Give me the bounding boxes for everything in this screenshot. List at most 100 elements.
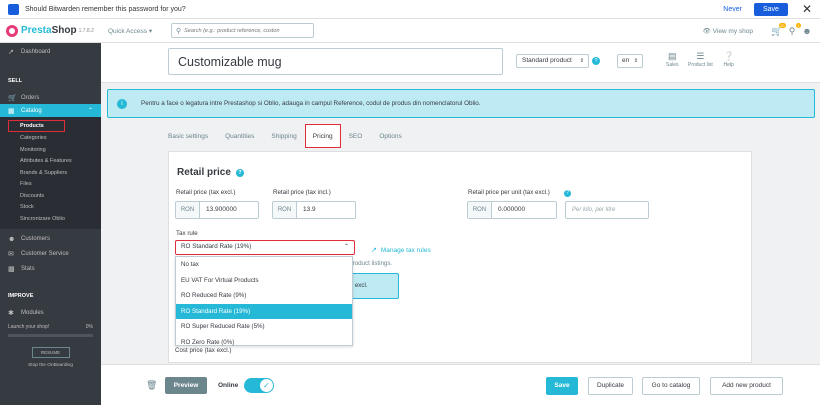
trash-icon[interactable]: 🗑 bbox=[146, 380, 157, 391]
product-type-help-icon[interactable]: ? bbox=[592, 57, 600, 65]
sidebar-item-stats[interactable]: ▩ Stats bbox=[0, 263, 101, 276]
duplicate-button[interactable]: Duplicate bbox=[588, 377, 633, 395]
sidebar-item-customer-service[interactable]: ✉ Customer Service bbox=[0, 248, 101, 261]
search-input[interactable] bbox=[184, 27, 305, 34]
currency-addon: RON bbox=[468, 202, 492, 218]
product-header: Standard product⇕ ? en⇕ ▤Sales ☰Product … bbox=[101, 43, 820, 83]
price-excl-field[interactable]: RON 13.900000 bbox=[175, 201, 259, 219]
bitwarden-never-button[interactable]: Never bbox=[723, 6, 742, 13]
currency-addon: RON bbox=[273, 202, 297, 218]
sidebar-item-dashboard[interactable]: ↗ Dashboard bbox=[0, 45, 101, 58]
product-list-button[interactable]: ☰ Product list bbox=[688, 51, 713, 68]
unit-price-help-icon[interactable]: ? bbox=[564, 190, 571, 197]
price-unit-value: 0.000000 bbox=[498, 206, 526, 213]
preview-button[interactable]: Preview bbox=[165, 377, 207, 394]
price-incl-value: 13.9 bbox=[303, 206, 316, 213]
price-excl-label: Retail price (tax excl.) bbox=[176, 189, 236, 196]
unity-input[interactable]: Per kilo, per litre bbox=[565, 201, 649, 219]
sidebar: ↗ Dashboard SELL 🛒 Orders ▦ Catalog ⌃ Produc… bbox=[0, 43, 101, 405]
list-icon: ☰ bbox=[696, 51, 705, 61]
sidebar-item-modules[interactable]: ✱ Modules bbox=[0, 307, 101, 320]
sidebar-item-catalog[interactable]: ▦ Catalog ⌃ bbox=[0, 104, 101, 117]
tax-rule-select[interactable]: RO Standard Rate (19%) ⌃ bbox=[175, 240, 355, 255]
online-toggle[interactable]: ✓ bbox=[244, 378, 274, 393]
puzzle-icon: ✱ bbox=[8, 310, 14, 317]
sidebar-subitem-categories[interactable]: Categories bbox=[0, 133, 101, 145]
tax-rule-dropdown: No tax EU VAT For Virtual Products RO Re… bbox=[175, 256, 353, 346]
tab-options[interactable]: Options bbox=[379, 125, 401, 147]
sidebar-item-orders[interactable]: 🛒 Orders bbox=[0, 91, 101, 104]
product-type-select[interactable]: Standard product ⇕ bbox=[516, 54, 589, 68]
logo-text-part1: Presta bbox=[21, 25, 52, 36]
sidebar-subitem-oblio[interactable]: Sincronizare Oblio bbox=[0, 213, 101, 225]
stop-onboarding-link[interactable]: Stop the OnBoarding bbox=[0, 363, 101, 368]
launch-progress: Launch your shop! 0% bbox=[0, 320, 101, 334]
language-select[interactable]: en ⇕ bbox=[617, 54, 643, 68]
sidebar-subitem-discounts[interactable]: Discounts bbox=[0, 190, 101, 202]
price-incl-field[interactable]: RON 13.9 bbox=[272, 201, 356, 219]
help-button[interactable]: ❔ Help bbox=[723, 51, 734, 68]
sales-button[interactable]: ▤ Sales bbox=[666, 51, 679, 68]
bitwarden-message: Should Bitwarden remember this password … bbox=[25, 5, 186, 13]
price-incl-label: Retail price (tax incl.) bbox=[273, 189, 331, 196]
sidebar-subitem-brands[interactable]: Brands & Suppliers bbox=[0, 167, 101, 179]
product-footer: 🗑 Preview Online ✓ Save Duplicate Go to … bbox=[101, 364, 820, 405]
catalog-submenu: Products Categories Monitoring Attribute… bbox=[0, 117, 101, 229]
sidebar-subitem-monitoring[interactable]: Monitoring bbox=[0, 144, 101, 156]
sidebar-subitem-files[interactable]: Files bbox=[0, 179, 101, 191]
manage-tax-rules-link[interactable]: ↗ Manage tax rules bbox=[371, 246, 431, 255]
bitwarden-close-icon[interactable]: ✕ bbox=[802, 3, 812, 15]
bitwarden-bar: Should Bitwarden remember this password … bbox=[0, 0, 820, 19]
tax-option-ro-zero[interactable]: RO Zero Rate (0%) bbox=[176, 335, 352, 351]
question-icon: ❔ bbox=[723, 51, 735, 61]
orders-badge: 10 bbox=[778, 23, 786, 28]
sidebar-item-customers[interactable]: ☻ Customers bbox=[0, 233, 101, 246]
prestashop-logo[interactable]: PrestaShop 1.7.8.2 bbox=[0, 24, 103, 37]
go-to-catalog-button[interactable]: Go to catalog bbox=[642, 377, 700, 395]
launch-text: Launch your shop! bbox=[8, 323, 50, 330]
chevron-up-icon: ⌃ bbox=[87, 108, 93, 114]
sidebar-subitem-attributes[interactable]: Attributes & Features bbox=[0, 156, 101, 168]
cart-icon[interactable]: 🛒 10 bbox=[771, 23, 786, 36]
updown-icon: ⇕ bbox=[633, 58, 638, 64]
launch-progress-bar bbox=[8, 333, 93, 337]
price-excl-value: 13.900000 bbox=[206, 206, 237, 213]
tax-option-no-tax[interactable]: No tax bbox=[176, 257, 352, 273]
search-icon: ⚲ bbox=[176, 27, 182, 35]
bitwarden-logo-icon bbox=[8, 3, 19, 15]
tab-seo[interactable]: SEO bbox=[349, 125, 363, 147]
price-unit-field[interactable]: RON 0.000000 bbox=[467, 201, 557, 219]
tab-pricing[interactable]: Pricing bbox=[304, 124, 341, 148]
tax-option-ro-standard[interactable]: RO Standard Rate (19%) bbox=[176, 303, 352, 319]
bitwarden-save-button[interactable]: Save bbox=[753, 2, 788, 16]
store-icon: ▦ bbox=[8, 107, 15, 115]
tab-quantities[interactable]: Quantities bbox=[225, 125, 254, 147]
price-unit-label: Retail price per unit (tax excl.) bbox=[468, 189, 550, 196]
tax-option-ro-super-reduced[interactable]: RO Super Reduced Rate (5%) bbox=[176, 319, 352, 335]
stats-icon: ▩ bbox=[8, 266, 15, 273]
save-button[interactable]: Save bbox=[546, 377, 578, 395]
add-new-product-button[interactable]: Add new product bbox=[710, 377, 783, 395]
alert-text: Pentru a face o legatura intre Prestasho… bbox=[141, 100, 481, 107]
customer-icon[interactable]: ⚲ 1 bbox=[787, 23, 801, 36]
tax-rule-label: Tax rule bbox=[176, 230, 198, 237]
retail-price-help-icon[interactable]: ? bbox=[235, 168, 244, 177]
resume-button[interactable]: RESUME bbox=[31, 346, 70, 358]
product-name-input[interactable] bbox=[168, 48, 503, 75]
sidebar-heading-sell: SELL bbox=[8, 77, 23, 84]
bar-chart-icon: ▤ bbox=[668, 51, 677, 61]
chevron-up-icon: ⌃ bbox=[343, 244, 349, 250]
tab-shipping[interactable]: Shipping bbox=[271, 125, 296, 147]
quick-access-dropdown[interactable]: Quick Access ▾ bbox=[108, 27, 168, 35]
tab-basic-settings[interactable]: Basic settings bbox=[168, 125, 208, 147]
tax-option-eu-vat[interactable]: EU VAT For Virtual Products bbox=[176, 273, 352, 289]
sidebar-heading-improve: IMPROVE bbox=[8, 293, 34, 299]
search-box[interactable]: ⚲ bbox=[171, 23, 314, 38]
view-shop-link[interactable]: 👁 View my shop bbox=[703, 27, 753, 35]
sidebar-subitem-stock[interactable]: Stock bbox=[0, 202, 101, 214]
sidebar-subitem-products[interactable]: Products bbox=[8, 120, 65, 132]
tax-option-ro-reduced[interactable]: RO Reduced Rate (9%) bbox=[176, 288, 352, 304]
retail-price-title: Retail price ? bbox=[177, 167, 244, 178]
user-icon: ☻ bbox=[8, 235, 16, 243]
account-icon[interactable]: ☻ bbox=[802, 26, 812, 36]
